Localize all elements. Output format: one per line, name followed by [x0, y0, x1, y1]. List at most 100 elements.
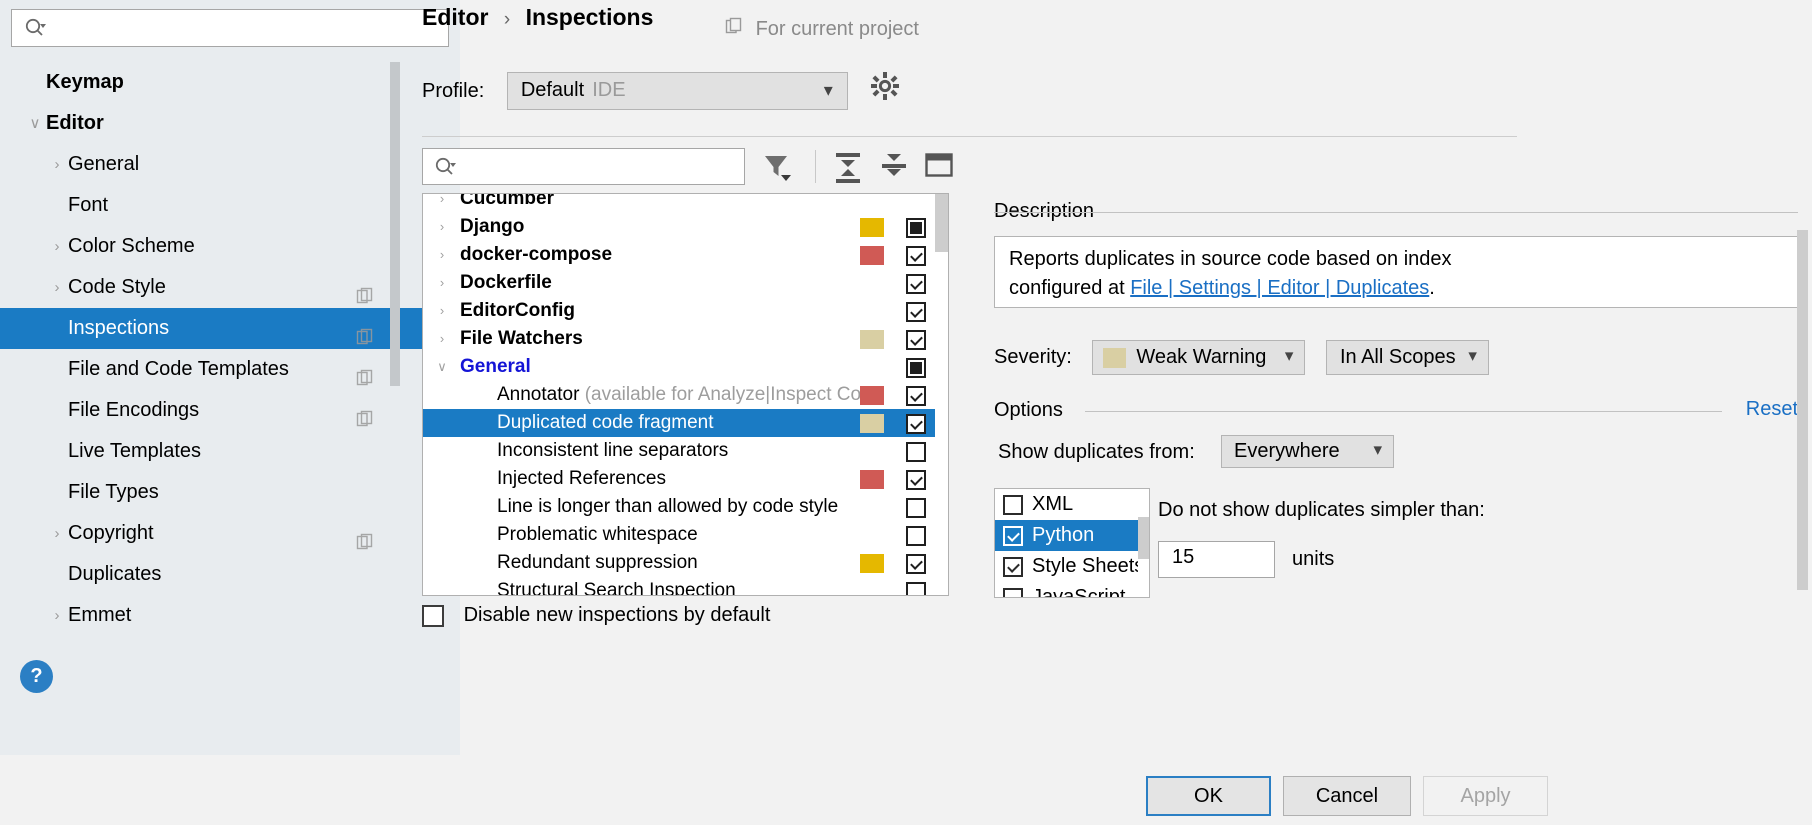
chevron-right-icon[interactable]: › [46, 554, 68, 595]
language-checkbox[interactable] [1003, 588, 1023, 598]
inspection-tree-row[interactable]: Structural Search Inspection [423, 577, 937, 596]
disable-new-inspections-row[interactable]: Disable new inspections by default [422, 604, 770, 627]
inspection-tree-row[interactable]: ›Dockerfile [423, 269, 937, 297]
sidebar-item-label: Emmet [68, 595, 131, 636]
inspection-tree-row[interactable]: Injected References [423, 465, 937, 493]
chevron-right-icon[interactable]: › [24, 62, 46, 103]
severity-dropdown[interactable]: Weak Warning ▾ [1092, 340, 1305, 375]
chevron-right-icon[interactable]: › [46, 595, 68, 636]
show-duplicates-from-dropdown[interactable]: Everywhere ▾ [1221, 435, 1394, 468]
inspection-tree-scrollbar-thumb[interactable] [935, 194, 948, 252]
chevron-down-icon[interactable]: ∨ [433, 353, 451, 381]
inspection-enabled-checkbox[interactable] [906, 274, 926, 294]
disable-new-inspections-label: Disable new inspections by default [464, 604, 771, 627]
inspection-enabled-checkbox[interactable] [906, 386, 926, 406]
show-only-enabled-button[interactable] [924, 150, 954, 186]
inspection-enabled-checkbox[interactable] [906, 554, 926, 574]
profile-dropdown[interactable]: DefaultIDE ▾ [507, 72, 848, 110]
apply-button[interactable]: Apply [1423, 776, 1548, 816]
language-list-scrollbar-thumb[interactable] [1138, 517, 1149, 559]
chevron-right-icon[interactable]: › [433, 213, 451, 241]
inspection-enabled-checkbox[interactable] [906, 302, 926, 322]
ok-button[interactable]: OK [1146, 776, 1271, 816]
chevron-right-icon[interactable]: › [46, 390, 68, 431]
severity-swatch [860, 470, 884, 489]
inspection-enabled-checkbox[interactable] [906, 330, 926, 350]
chevron-right-icon[interactable]: › [46, 185, 68, 226]
sidebar-scrollbar[interactable] [390, 62, 400, 724]
chevron-right-icon[interactable]: › [46, 513, 68, 554]
inspection-enabled-checkbox[interactable] [906, 414, 926, 434]
inspection-tree-row[interactable]: Problematic whitespace [423, 521, 937, 549]
inspection-tree-row[interactable]: Redundant suppression [423, 549, 937, 577]
inspection-search-field[interactable] [462, 155, 744, 179]
filter-button[interactable] [760, 150, 794, 189]
inspection-enabled-checkbox[interactable] [906, 246, 926, 266]
language-list-scrollbar[interactable] [1138, 489, 1149, 597]
inspection-tree-row[interactable]: Inconsistent line separators [423, 437, 937, 465]
gear-icon [870, 71, 900, 101]
inspection-tree-row[interactable]: ›docker-compose [423, 241, 937, 269]
chevron-down-icon[interactable]: ∨ [24, 103, 46, 144]
language-label: Style Sheets [1032, 551, 1144, 582]
help-button[interactable]: ? [20, 660, 53, 693]
inspection-enabled-checkbox[interactable] [906, 358, 926, 378]
profile-settings-gear-button[interactable] [870, 71, 900, 107]
chevron-right-icon[interactable]: › [433, 297, 451, 325]
language-checkbox[interactable] [1003, 526, 1023, 546]
chevron-right-icon[interactable]: › [433, 241, 451, 269]
chevron-right-icon[interactable]: › [46, 308, 68, 349]
collapse-all-button[interactable] [878, 150, 910, 189]
inspection-search-input[interactable] [422, 148, 745, 185]
units-input[interactable]: 15 [1158, 541, 1275, 578]
chevron-right-icon[interactable]: › [46, 144, 68, 185]
sidebar-item-label: Inspections [68, 308, 169, 349]
breadcrumb-root[interactable]: Editor [422, 4, 488, 30]
inspection-tree-row[interactable]: ›Cucumber [423, 193, 937, 213]
reset-link[interactable]: Reset [1746, 398, 1798, 421]
sidebar-search-input[interactable] [11, 9, 449, 47]
inspection-tree-row[interactable]: ›Django [423, 213, 937, 241]
inspection-tree-row[interactable]: ›File Watchers [423, 325, 937, 353]
sidebar-scrollbar-thumb[interactable] [390, 62, 400, 386]
inspection-tree-row[interactable]: Annotator (available for Analyze|Inspect… [423, 381, 937, 409]
chevron-right-icon[interactable]: › [46, 267, 68, 308]
inspection-enabled-checkbox[interactable] [906, 582, 926, 596]
severity-swatch [860, 414, 884, 433]
cancel-button[interactable]: Cancel [1283, 776, 1411, 816]
show-duplicates-from-label: Show duplicates from: [998, 441, 1195, 464]
inspection-enabled-checkbox[interactable] [906, 498, 926, 518]
sidebar-search-field[interactable] [52, 16, 448, 40]
chevron-right-icon[interactable]: › [46, 472, 68, 513]
language-list-item[interactable]: XML [995, 489, 1149, 520]
inspection-enabled-checkbox[interactable] [906, 526, 926, 546]
chevron-right-icon[interactable]: › [433, 269, 451, 297]
inspection-enabled-checkbox[interactable] [906, 218, 926, 238]
inspection-tree-row[interactable]: ›EditorConfig [423, 297, 937, 325]
chevron-right-icon[interactable]: › [433, 325, 451, 353]
chevron-right-icon[interactable]: › [46, 349, 68, 390]
disable-new-inspections-checkbox[interactable] [422, 605, 444, 627]
language-list[interactable]: XMLPythonStyle SheetsJavaScript [994, 488, 1150, 598]
inspection-tree-row[interactable]: Duplicated code fragment [423, 409, 937, 437]
expand-all-button[interactable] [832, 150, 864, 189]
language-label: Python [1032, 520, 1094, 551]
options-scrollbar-thumb[interactable] [1797, 230, 1808, 590]
scope-dropdown[interactable]: In All Scopes ▾ [1326, 340, 1489, 375]
chevron-right-icon[interactable]: › [433, 193, 451, 213]
chevron-right-icon[interactable]: › [46, 431, 68, 472]
inspection-tree-scrollbar[interactable] [935, 194, 948, 595]
language-list-item[interactable]: Style Sheets [995, 551, 1149, 582]
duplicates-settings-link[interactable]: File | Settings | Editor | Duplicates [1130, 277, 1429, 299]
inspection-enabled-checkbox[interactable] [906, 442, 926, 462]
options-scrollbar[interactable] [1797, 230, 1808, 590]
inspection-tree[interactable]: ›Cucumber›Django›docker-compose›Dockerfi… [422, 193, 949, 596]
inspection-tree-row[interactable]: Line is longer than allowed by code styl… [423, 493, 937, 521]
language-list-item[interactable]: JavaScript [995, 582, 1149, 598]
language-checkbox[interactable] [1003, 495, 1023, 515]
inspection-tree-row[interactable]: ∨General [423, 353, 937, 381]
chevron-right-icon[interactable]: › [46, 226, 68, 267]
language-list-item[interactable]: Python [995, 520, 1149, 551]
inspection-enabled-checkbox[interactable] [906, 470, 926, 490]
language-checkbox[interactable] [1003, 557, 1023, 577]
